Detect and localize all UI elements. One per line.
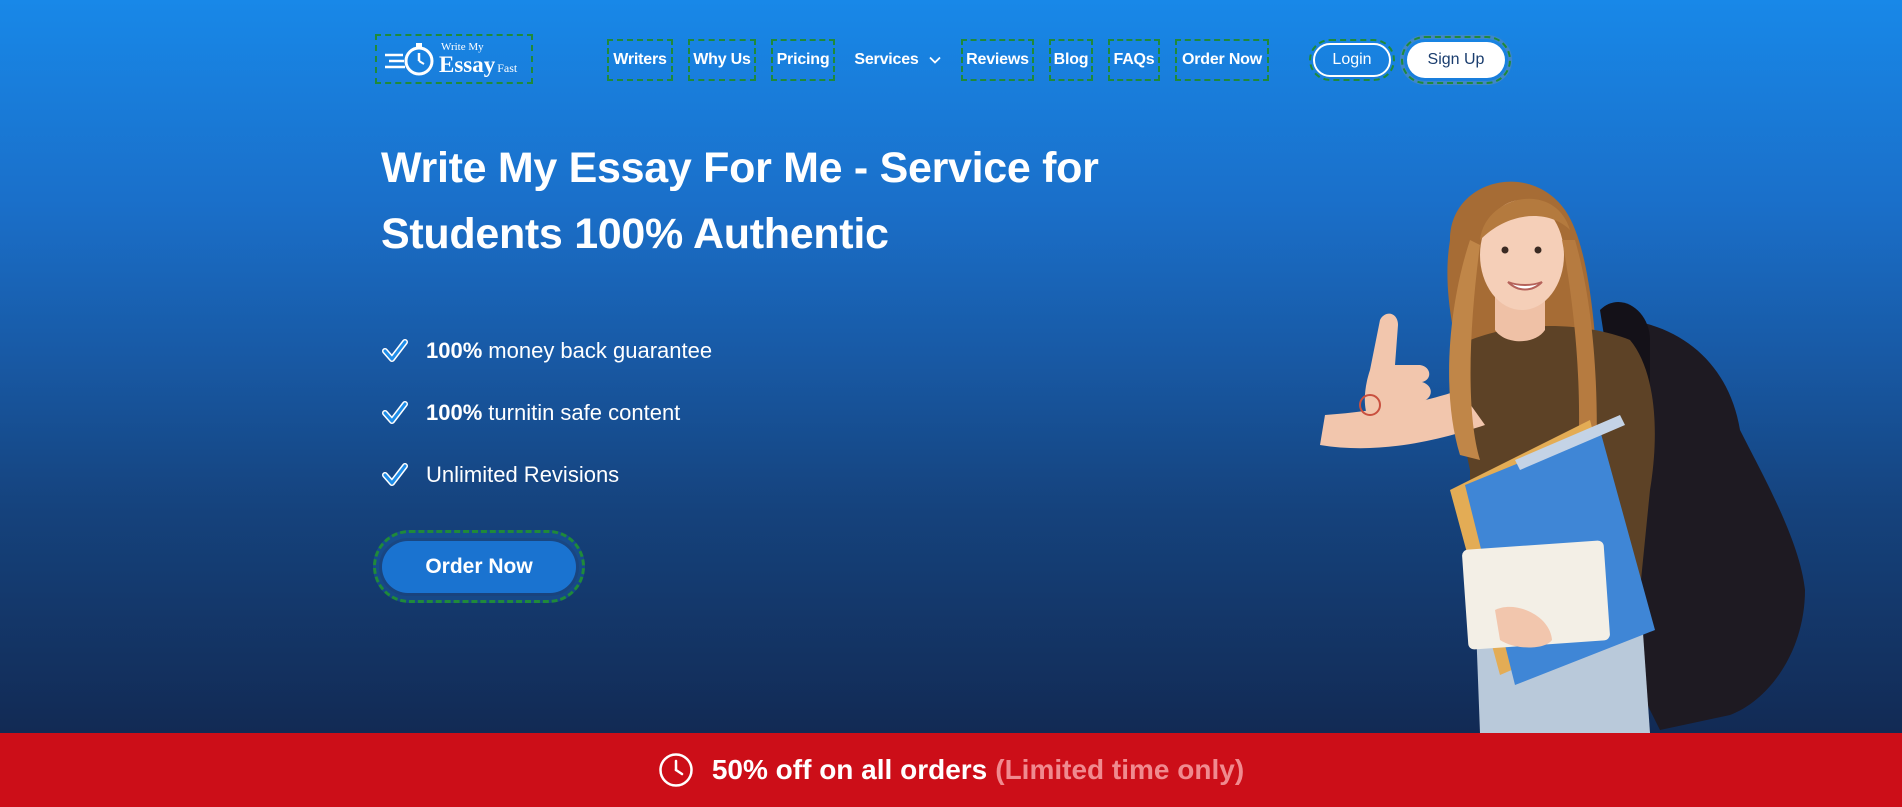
order-now-button[interactable]: Order Now	[382, 540, 576, 593]
nav-faqs[interactable]: FAQs	[1108, 39, 1160, 81]
clock-icon	[659, 753, 693, 787]
check-icon	[382, 463, 408, 486]
nav-writers[interactable]: Writers	[607, 39, 673, 81]
nav-reviews[interactable]: Reviews	[961, 39, 1034, 81]
check-icon	[382, 339, 408, 362]
site-logo[interactable]: Write My Essay Fast	[375, 34, 533, 84]
nav-services-label: Services	[854, 51, 919, 68]
logo-line-2: Essay	[439, 52, 496, 77]
page-title-line-1: Write My Essay For Me - Service for	[381, 144, 1099, 192]
chevron-down-icon	[928, 56, 941, 64]
nav-blog[interactable]: Blog	[1049, 39, 1093, 81]
nav-order-now[interactable]: Order Now	[1175, 39, 1269, 81]
hero-section: Write My Essay Fast Writers Why Us Pricin…	[0, 0, 1902, 733]
nav-services[interactable]: Services	[850, 39, 946, 81]
promo-banner[interactable]: 50% off on all orders (Limited time only…	[0, 733, 1902, 807]
stopwatch-logo-icon	[385, 43, 434, 76]
page-title: Write My Essay For Me - Service for Stud…	[381, 135, 1141, 267]
signup-button-label: Sign Up	[1407, 42, 1505, 78]
order-now-cta-wrapper: Order Now	[373, 530, 585, 603]
feature-text: money back guarantee	[488, 338, 713, 363]
feature-text: Unlimited Revisions	[426, 462, 620, 487]
login-button-label: Login	[1313, 43, 1391, 77]
nav-pricing[interactable]: Pricing	[771, 39, 835, 81]
login-button[interactable]: Login	[1309, 39, 1395, 81]
promo-sub-text: (Limited time only)	[995, 754, 1245, 785]
promo-main-text: 50% off on all orders	[711, 754, 988, 785]
feature-item: 100% turnitin safe content	[382, 382, 712, 444]
check-icon	[382, 401, 408, 424]
signup-button[interactable]: Sign Up	[1400, 35, 1512, 85]
feature-item: 100% money back guarantee	[382, 320, 712, 382]
student-thumbs-up-image	[1320, 181, 1805, 733]
feature-list: 100% money back guarantee 100% turnitin …	[382, 320, 712, 506]
feature-highlight: 100%	[426, 338, 483, 363]
logo-line-3: Fast	[497, 61, 518, 75]
feature-highlight: 100%	[426, 400, 483, 425]
nav-why-us[interactable]: Why Us	[688, 39, 756, 81]
logo-wordmark: Write My Essay Fast	[439, 42, 518, 77]
page-title-line-2: Students 100% Authentic	[381, 210, 889, 258]
feature-text: turnitin safe content	[488, 400, 681, 425]
feature-item: Unlimited Revisions	[382, 444, 712, 506]
